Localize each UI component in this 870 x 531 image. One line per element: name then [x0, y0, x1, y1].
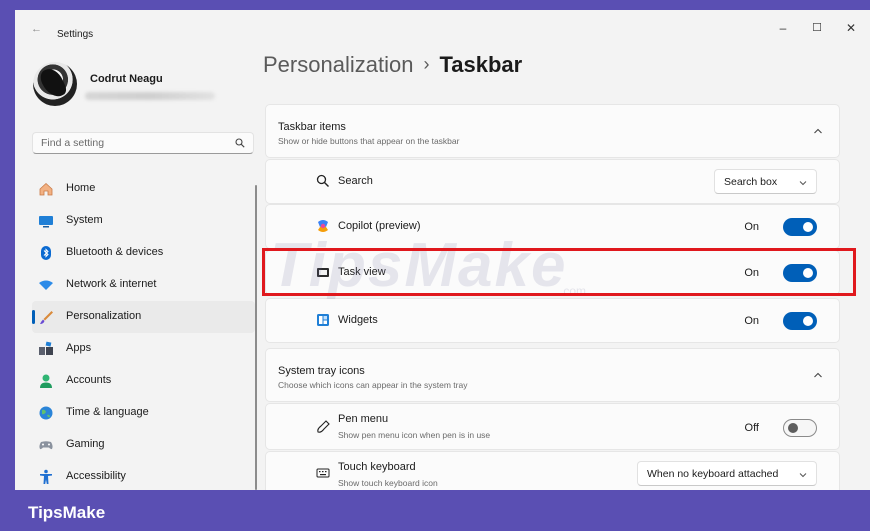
frame-top [0, 0, 870, 10]
task-view-highlight-box [262, 248, 856, 296]
setting-description: Show touch keyboard icon [338, 478, 438, 488]
brush-icon [40, 311, 53, 324]
system-icon [39, 216, 53, 228]
brand-footer: TipsMake [0, 490, 870, 531]
accounts-icon [40, 374, 52, 388]
sidebar-item-label: Bluetooth & devices [66, 246, 164, 258]
search-icon[interactable] [235, 138, 245, 148]
group-title: System tray icons [278, 365, 365, 377]
gamepad-icon [39, 441, 53, 450]
setting-row-search: Search Search box [265, 159, 840, 204]
brand-logo-text: TipsMake [28, 503, 106, 522]
sidebar-item-apps[interactable]: Apps [32, 333, 255, 365]
sidebar-item-bluetooth[interactable]: Bluetooth & devices [32, 237, 255, 269]
dropdown-value: When no keyboard attached [647, 468, 779, 480]
setting-label: Widgets [338, 314, 378, 326]
group-subtitle: Choose which icons can appear in the sys… [278, 380, 468, 390]
search-input[interactable] [41, 136, 221, 150]
app-title: Settings [57, 29, 94, 40]
sidebar-item-gaming[interactable]: Gaming [32, 429, 255, 461]
sidebar-item-personalization[interactable]: Personalization [32, 301, 255, 333]
copilot-toggle[interactable] [783, 218, 817, 236]
maximize-button[interactable]: ☐ [800, 17, 834, 39]
sidebar-item-accounts[interactable]: Accounts [32, 365, 255, 397]
search-box[interactable] [32, 132, 254, 154]
network-icon [39, 280, 53, 290]
search-icon [316, 174, 329, 187]
sidebar-item-network[interactable]: Network & internet [32, 269, 255, 301]
sidebar-scrollbar[interactable] [255, 185, 257, 490]
setting-label: Search [338, 175, 373, 187]
taskbar-items-group[interactable]: Taskbar items Show or hide buttons that … [265, 104, 840, 158]
pen-icon [317, 420, 330, 433]
toggle-knob [803, 222, 813, 232]
sidebar-item-label: Home [66, 182, 96, 194]
avatar[interactable] [33, 62, 77, 106]
sidebar-nav: Home System Bluetooth & devices Network … [32, 173, 255, 490]
sidebar-item-system[interactable]: System [32, 205, 255, 237]
widgets-toggle[interactable] [783, 312, 817, 330]
widgets-icon [317, 314, 329, 326]
sidebar-item-label: Time & language [66, 406, 149, 418]
user-name: Codrut Neagu [90, 73, 163, 85]
setting-row-pen-menu: Pen menu Show pen menu icon when pen is … [265, 403, 840, 450]
setting-label: Touch keyboard [338, 461, 416, 473]
setting-label: Pen menu [338, 413, 389, 425]
close-button[interactable]: ✕ [834, 17, 868, 39]
sidebar-item-label: Apps [66, 342, 92, 354]
sidebar-item-time-language[interactable]: Time & language [32, 397, 255, 429]
sidebar-item-label: System [66, 214, 103, 226]
system-tray-header[interactable]: System tray icons Choose which icons can… [266, 349, 839, 406]
apps-icon [39, 341, 53, 355]
home-icon [39, 182, 53, 196]
touch-keyboard-dropdown[interactable]: When no keyboard attached [637, 461, 817, 486]
toggle-state: On [744, 315, 759, 327]
taskbar-items-header[interactable]: Taskbar items Show or hide buttons that … [266, 105, 839, 162]
search-style-dropdown[interactable]: Search box [714, 169, 817, 194]
toggle-knob [788, 423, 798, 433]
system-tray-group[interactable]: System tray icons Choose which icons can… [265, 348, 840, 402]
frame-left [0, 0, 15, 531]
sidebar-item-label: Personalization [66, 310, 142, 322]
bluetooth-icon [41, 246, 51, 260]
toggle-state: On [744, 221, 759, 233]
globe-icon [39, 406, 53, 420]
setting-description: Show pen menu icon when pen is in use [338, 430, 491, 440]
chevron-up-icon[interactable] [813, 127, 823, 135]
sidebar-item-label: Accounts [66, 374, 112, 386]
title-bar: ← Settings – ☐ ✕ [15, 10, 870, 44]
page-title: Taskbar [439, 52, 523, 77]
sidebar-item-label: Gaming [66, 438, 105, 450]
active-indicator [32, 310, 35, 324]
minimize-button[interactable]: – [766, 17, 800, 39]
group-subtitle: Show or hide buttons that appear on the … [278, 136, 460, 146]
breadcrumb-separator: › [423, 54, 430, 74]
sidebar-item-accessibility[interactable]: Accessibility [32, 461, 255, 490]
back-arrow-icon[interactable]: ← [31, 23, 42, 35]
chevron-up-icon[interactable] [813, 371, 823, 379]
group-title: Taskbar items [278, 121, 346, 133]
accessibility-icon [40, 469, 52, 484]
chevron-down-icon [799, 181, 807, 186]
toggle-knob [803, 316, 813, 326]
sidebar-item-label: Accessibility [66, 470, 126, 482]
breadcrumb: Personalization › Taskbar [263, 52, 522, 78]
pen-menu-toggle[interactable] [783, 419, 817, 437]
breadcrumb-parent[interactable]: Personalization [263, 52, 413, 77]
chevron-down-icon [799, 473, 807, 478]
keyboard-icon [316, 468, 330, 478]
dropdown-value: Search box [724, 176, 778, 188]
user-email-blurred [85, 92, 215, 100]
sidebar-item-label: Network & internet [66, 278, 157, 290]
toggle-state: Off [744, 422, 759, 434]
sidebar-item-home[interactable]: Home [32, 173, 255, 205]
setting-row-widgets: Widgets On [265, 298, 840, 343]
